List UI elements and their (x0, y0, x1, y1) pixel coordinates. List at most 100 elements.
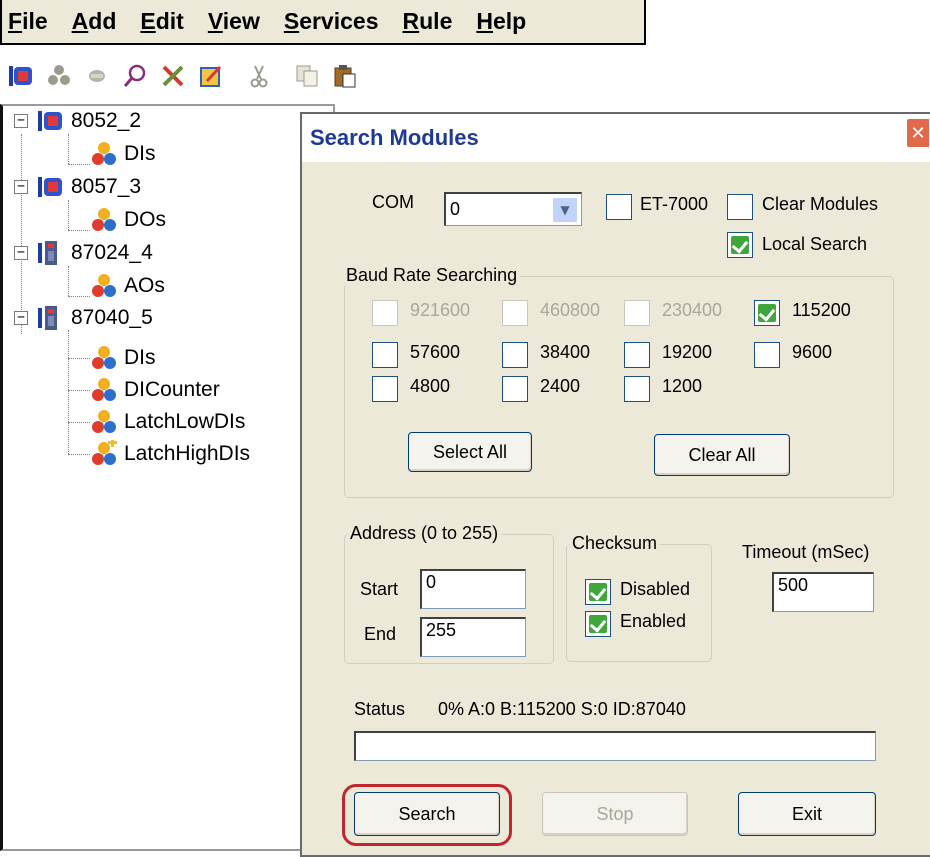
baud-label: 230400 (662, 300, 723, 320)
disabled-icon[interactable] (82, 61, 112, 91)
baud-checkbox[interactable] (502, 342, 528, 368)
channel-group-icon (92, 378, 116, 401)
channel-group-icon (92, 142, 116, 165)
tree-node-label: 8057_3 (71, 175, 142, 198)
tree-node-module[interactable]: 87024_4 (37, 238, 153, 268)
baud-label: 1200 (662, 376, 703, 396)
clear-all-button[interactable]: Clear All (654, 434, 790, 476)
status-label: Status (354, 699, 406, 719)
baud-label: 9600 (792, 342, 833, 362)
tree-node-label: 87024_4 (71, 241, 153, 264)
module-icon (38, 177, 62, 197)
tree-node-label: DIs (124, 142, 156, 165)
tree-node-channel[interactable]: AOs (90, 271, 165, 301)
checksum-group-title: Checksum (569, 533, 661, 554)
checksum-enabled-checkbox[interactable] (585, 611, 611, 637)
timeout-input[interactable]: 500 (772, 572, 874, 612)
cut-icon[interactable] (244, 61, 274, 91)
collapse-icon[interactable]: − (14, 311, 28, 325)
clear-modules-checkbox[interactable] (727, 194, 753, 220)
search-icon[interactable] (120, 61, 150, 91)
collapse-icon[interactable]: − (14, 114, 28, 128)
local-search-checkbox[interactable] (727, 232, 753, 258)
status-text: 0% A:0 B:115200 S:0 ID:87040 (438, 699, 686, 719)
menu-file[interactable]: File (8, 8, 48, 35)
module-icon[interactable] (6, 61, 36, 91)
et7000-checkbox[interactable] (606, 194, 632, 220)
module-icon (38, 306, 57, 330)
tree-node-channel[interactable]: LatchHighDIs (90, 439, 250, 469)
end-label: End (364, 624, 397, 644)
baud-checkbox[interactable] (624, 300, 650, 326)
baud-checkbox[interactable] (624, 376, 650, 402)
dialog-titlebar[interactable]: Search Modules (302, 114, 930, 162)
collapse-icon[interactable]: − (14, 246, 28, 260)
collapse-icon[interactable]: − (14, 180, 28, 194)
tools-icon[interactable] (158, 61, 188, 91)
channel-group-icon (92, 346, 116, 369)
paste-icon[interactable] (330, 61, 360, 91)
baud-label: 2400 (540, 376, 581, 396)
clear-modules-label: Clear Modules (762, 194, 879, 214)
baud-rate-group-title: Baud Rate Searching (343, 265, 521, 286)
menu-bar: File Add Edit View Services Rule Help (0, 0, 646, 45)
baud-checkbox[interactable] (502, 376, 528, 402)
baud-label: 19200 (662, 342, 713, 362)
menu-services[interactable]: Services (284, 8, 379, 35)
tree-node-label: LatchHighDIs (124, 442, 251, 465)
copy-icon[interactable] (292, 61, 322, 91)
checksum-disabled-checkbox[interactable] (585, 579, 611, 605)
baud-label: 115200 (792, 300, 851, 320)
baud-label: 921600 (410, 300, 471, 320)
menu-add[interactable]: Add (72, 8, 117, 35)
tree-node-channel[interactable]: DICounter (90, 375, 220, 405)
baud-checkbox[interactable] (502, 300, 528, 326)
channel-group-icon (92, 208, 116, 231)
close-icon[interactable]: ✕ (906, 118, 930, 148)
start-address-value: 0 (426, 572, 437, 592)
com-label: COM (372, 192, 414, 212)
menu-edit[interactable]: Edit (140, 8, 183, 35)
chevron-down-icon[interactable]: ▼ (552, 197, 578, 223)
baud-label: 38400 (540, 342, 591, 362)
stop-button[interactable]: Stop (542, 792, 688, 836)
end-address-input[interactable]: 255 (420, 617, 526, 657)
tree-node-module[interactable]: 87040_5 (37, 303, 153, 333)
search-modules-dialog: Search Modules COM 0 ▼ ET-7000 Clear Mod… (300, 112, 930, 857)
module-icon (38, 111, 62, 131)
tree-node-channel[interactable]: DIs (90, 343, 156, 373)
baud-checkbox[interactable] (754, 300, 780, 326)
channel-group-icon (92, 410, 116, 433)
dialog-title: Search Modules (310, 125, 479, 150)
module-tree[interactable]: − 8052_2 DIs − 8057_3 DOs − 87024_4 AOs … (0, 104, 335, 851)
tree-node-label: AOs (124, 274, 165, 297)
baud-label: 57600 (410, 342, 461, 362)
baud-checkbox[interactable] (624, 342, 650, 368)
baud-checkbox[interactable] (754, 342, 780, 368)
baud-checkbox[interactable] (372, 342, 398, 368)
tree-node-module[interactable]: 8052_2 (37, 106, 141, 136)
tree-node-channel[interactable]: DOs (90, 205, 166, 235)
start-label: Start (360, 579, 399, 599)
edit-icon[interactable] (196, 61, 226, 91)
tree-node-channel[interactable]: DIs (90, 139, 156, 169)
menu-view[interactable]: View (208, 8, 260, 35)
users-icon[interactable] (44, 61, 74, 91)
start-address-input[interactable]: 0 (420, 569, 526, 609)
local-search-label: Local Search (762, 234, 868, 254)
tree-node-label: DOs (124, 208, 166, 231)
search-button[interactable]: Search (354, 792, 500, 836)
menu-rule[interactable]: Rule (403, 8, 453, 35)
com-value: 0 (450, 199, 461, 219)
select-all-button[interactable]: Select All (408, 432, 532, 472)
exit-button[interactable]: Exit (738, 792, 876, 836)
baud-checkbox[interactable] (372, 300, 398, 326)
baud-label: 460800 (540, 300, 601, 320)
tree-node-module[interactable]: 8057_3 (37, 172, 141, 202)
tree-node-label: LatchLowDIs (124, 410, 246, 433)
baud-checkbox[interactable] (372, 376, 398, 402)
tree-node-channel[interactable]: LatchLowDIs (90, 407, 245, 437)
toolbar (0, 54, 930, 98)
checksum-disabled-label: Disabled (620, 579, 691, 599)
menu-help[interactable]: Help (476, 8, 526, 35)
